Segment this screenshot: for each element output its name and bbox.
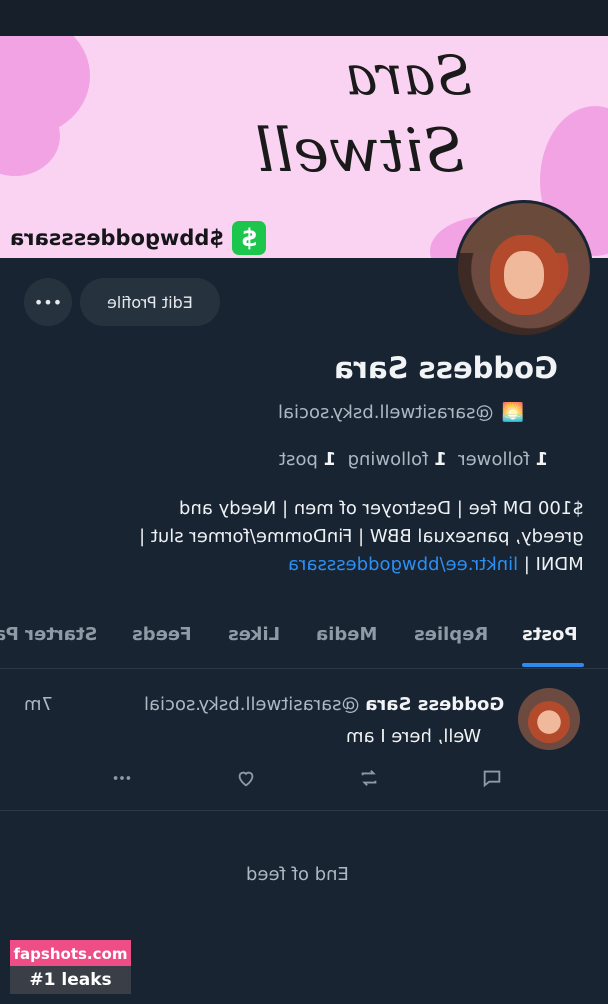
active-tab-indicator [522,663,584,667]
bio-line: MDNI | linktr.ee/bbwgoddesssara [288,554,584,575]
edit-profile-button[interactable]: Edit Profile [80,278,220,326]
tab-starter-packs[interactable]: Starter Pa [0,624,97,645]
end-of-feed: End of feed [246,864,349,885]
cashtag-text: $bbwgoddesssara [10,226,225,250]
cashtag: $bbwgoddesssara $ [10,220,267,256]
display-name: Goddess Sara [334,351,558,385]
cashapp-icon: $ [232,221,267,255]
post-author[interactable]: Goddess Sara [365,694,504,715]
handle-text: @sarasitwell.bsky.social [278,402,494,423]
profile-tabs: Posts Replies Media Likes Feeds Starter … [0,612,608,669]
sunrise-icon: 🌅 [501,402,524,423]
bio-link[interactable]: linktr.ee/bbwgoddesssara [288,554,518,575]
edit-profile-label: Edit Profile [107,292,193,312]
watermark-site: fapshots.com [10,940,131,968]
repost-icon[interactable] [355,764,383,792]
post-handle: @sarasitwell.bsky.social [143,694,360,715]
following-stat[interactable]: 1 following [348,449,447,470]
tab-feeds[interactable]: Feeds [132,624,192,645]
tab-posts[interactable]: Posts [522,624,578,645]
tab-media[interactable]: Media [316,624,377,645]
like-icon[interactable] [232,764,260,792]
bio-line: $100 DM fee | Destroyer of men | Needy a… [179,498,584,519]
posts-stat: 1 post [279,449,337,470]
signature-sara: Sara [345,44,473,107]
signature-sitwell: Sitwell [255,116,465,186]
more-icon: ••• [33,292,63,312]
tab-replies[interactable]: Replies [414,624,488,645]
post-time: 7m [24,694,53,715]
more-options-button[interactable]: ••• [24,278,72,326]
reply-icon[interactable] [478,764,506,792]
profile-avatar[interactable] [455,200,593,338]
avatar-face [504,251,544,299]
top-bar [0,0,608,36]
profile-stats: 1 follower 1 following 1 post [279,449,548,470]
post-more-icon[interactable] [108,764,136,792]
watermark-tagline: #1 leaks [10,966,131,994]
tab-likes[interactable]: Likes [228,624,280,645]
followers-stat[interactable]: 1 follower [458,449,548,470]
post-item[interactable]: Goddess Sara @sarasitwell.bsky.social 7m… [0,668,608,811]
profile-bio: $100 DM fee | Destroyer of men | Needy a… [24,495,584,579]
handle-row: @sarasitwell.bsky.social 🌅 [278,402,524,423]
post-text: Well, here I am [346,726,482,747]
bio-line: greedy, pansexual BBW | FinDomme/former … [139,526,584,547]
post-header: Goddess Sara @sarasitwell.bsky.social 7m [24,694,504,715]
post-avatar[interactable] [518,688,580,750]
